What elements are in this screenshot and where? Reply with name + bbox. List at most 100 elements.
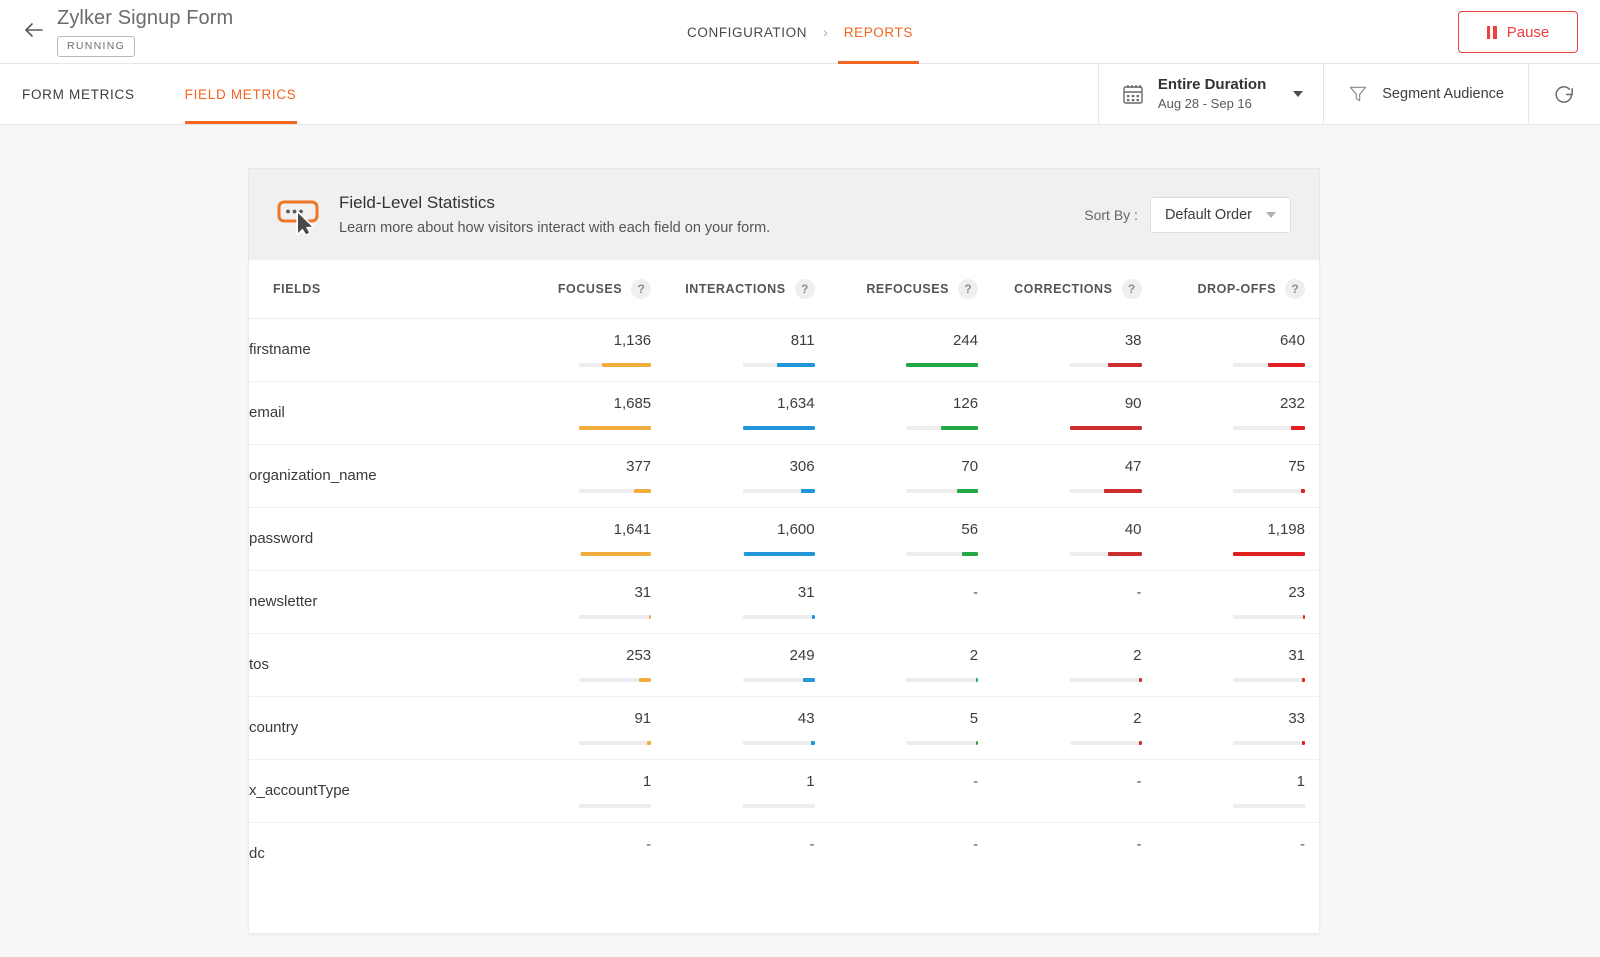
field-name-cell: password — [249, 507, 502, 570]
column-header-label: REFOCUSES — [866, 282, 949, 296]
column-header-inner: CORRECTIONS? — [992, 279, 1155, 299]
metric-bar-track — [1070, 489, 1142, 493]
metric-bar-track — [1233, 363, 1305, 367]
metric-bar-track — [1233, 489, 1305, 493]
metric-cell-dropoffs: 1 — [1156, 759, 1319, 822]
field-name-cell: country — [249, 696, 502, 759]
metric-bar-fill — [1291, 426, 1305, 430]
breadcrumb: CONFIGURATION › REPORTS — [687, 0, 913, 64]
funnel-icon — [1348, 84, 1368, 104]
metric-cell-focuses: 91 — [502, 696, 665, 759]
metric-value: 47 — [1125, 458, 1142, 475]
metric-value: 1 — [643, 773, 651, 790]
table-body: firstname1,13681124438640email1,6851,634… — [249, 318, 1319, 885]
help-icon[interactable]: ? — [795, 279, 815, 299]
table-row[interactable]: newsletter3131--23 — [249, 570, 1319, 633]
chevron-down-icon — [1266, 212, 1276, 218]
metric-bar-track — [743, 426, 815, 430]
metric-bar-fill — [639, 678, 651, 682]
metric-cell-dropoffs: - — [1156, 822, 1319, 885]
metric-cell-interactions: 811 — [665, 318, 828, 381]
metric-bar-fill — [1302, 741, 1305, 745]
help-icon[interactable]: ? — [1285, 279, 1305, 299]
metric-cell-dropoffs: 232 — [1156, 381, 1319, 444]
metric-bar-fill — [1139, 741, 1141, 745]
metric-value: 2 — [1133, 647, 1141, 664]
tab-form-metrics[interactable]: FORM METRICS — [22, 64, 157, 124]
metric-bar-fill — [812, 615, 814, 619]
pause-icon — [1487, 26, 1497, 39]
sort-by-value: Default Order — [1165, 207, 1252, 223]
metric-cell-corrections: 2 — [992, 696, 1155, 759]
date-range-text: Entire Duration Aug 28 - Sep 16 — [1158, 76, 1266, 113]
metric-cell-interactions: 31 — [665, 570, 828, 633]
column-header-inner: FOCUSES? — [502, 279, 665, 299]
metric-bar-fill — [649, 615, 651, 619]
metric-bar-track — [1070, 552, 1142, 556]
metric-bar-fill — [1108, 552, 1142, 556]
table-row[interactable]: x_accountType11--1 — [249, 759, 1319, 822]
table-row[interactable]: password1,6411,60056401,198 — [249, 507, 1319, 570]
table-row[interactable]: firstname1,13681124438640 — [249, 318, 1319, 381]
metric-value: - — [1137, 773, 1142, 790]
field-name-cell: newsletter — [249, 570, 502, 633]
date-range-subtitle: Aug 28 - Sep 16 — [1158, 96, 1266, 112]
metric-bar-track — [579, 363, 651, 367]
table-row[interactable]: tos2532492231 — [249, 633, 1319, 696]
metric-cell-corrections: - — [992, 570, 1155, 633]
metric-value: 1 — [1297, 773, 1305, 790]
metric-bar-fill — [976, 741, 978, 745]
column-header-field: FIELDS — [249, 260, 502, 318]
metric-value: - — [973, 836, 978, 853]
metric-cell-interactions: 249 — [665, 633, 828, 696]
column-header-corrections: CORRECTIONS? — [992, 260, 1155, 318]
column-header-focuses: FOCUSES? — [502, 260, 665, 318]
card-subtitle: Learn more about how visitors interact w… — [339, 220, 1084, 236]
tab-field-metrics[interactable]: FIELD METRICS — [185, 64, 319, 124]
metric-bar-track — [579, 552, 651, 556]
metric-cell-focuses: 377 — [502, 444, 665, 507]
table-row[interactable]: organization_name377306704775 — [249, 444, 1319, 507]
table-row[interactable]: email1,6851,63412690232 — [249, 381, 1319, 444]
metric-cell-corrections: 47 — [992, 444, 1155, 507]
help-icon[interactable]: ? — [631, 279, 651, 299]
help-icon[interactable]: ? — [1122, 279, 1142, 299]
metric-bar-fill — [647, 741, 651, 745]
metric-bar-track — [743, 678, 815, 682]
metric-bar-fill — [1303, 615, 1305, 619]
segment-audience-button[interactable]: Segment Audience — [1323, 64, 1528, 124]
pause-button[interactable]: Pause — [1458, 11, 1578, 53]
metric-bar-track — [743, 363, 815, 367]
chevron-down-icon[interactable] — [1293, 91, 1303, 97]
metric-bar-fill — [634, 489, 651, 493]
metric-cell-refocuses: 126 — [829, 381, 992, 444]
table-row[interactable]: country91435233 — [249, 696, 1319, 759]
metric-value: 1,685 — [614, 395, 652, 412]
metric-value: 91 — [634, 710, 651, 727]
help-icon[interactable]: ? — [958, 279, 978, 299]
breadcrumb-item-reports[interactable]: REPORTS — [844, 0, 913, 64]
back-arrow-icon[interactable] — [22, 18, 46, 42]
field-metrics-table: FIELDSFOCUSES?INTERACTIONS?REFOCUSES?COR… — [249, 260, 1319, 885]
column-header-inner: DROP-OFFS? — [1156, 279, 1319, 299]
metric-bar-fill — [1139, 678, 1141, 682]
table-row[interactable]: dc----- — [249, 822, 1319, 885]
refresh-icon[interactable] — [1528, 64, 1600, 124]
date-range-selector[interactable]: Entire Duration Aug 28 - Sep 16 — [1098, 64, 1323, 124]
metric-value: 377 — [626, 458, 651, 475]
metric-value: 811 — [791, 332, 815, 349]
metric-value: 1 — [806, 773, 814, 790]
card-title: Field-Level Statistics — [339, 193, 1084, 213]
metric-value: - — [1137, 584, 1142, 601]
metric-cell-focuses: 1,136 — [502, 318, 665, 381]
metric-bar-fill — [744, 552, 815, 556]
metric-value: 306 — [790, 458, 815, 475]
column-header-label: INTERACTIONS — [685, 282, 785, 296]
metric-bar-track — [906, 678, 978, 682]
metric-bar-fill — [957, 489, 978, 493]
column-header-dropoffs: DROP-OFFS? — [1156, 260, 1319, 318]
metric-bar-track — [1070, 678, 1142, 682]
sort-by-select[interactable]: Default Order — [1150, 197, 1291, 233]
breadcrumb-item-configuration[interactable]: CONFIGURATION — [687, 0, 807, 64]
metric-bar-fill — [1070, 426, 1142, 430]
